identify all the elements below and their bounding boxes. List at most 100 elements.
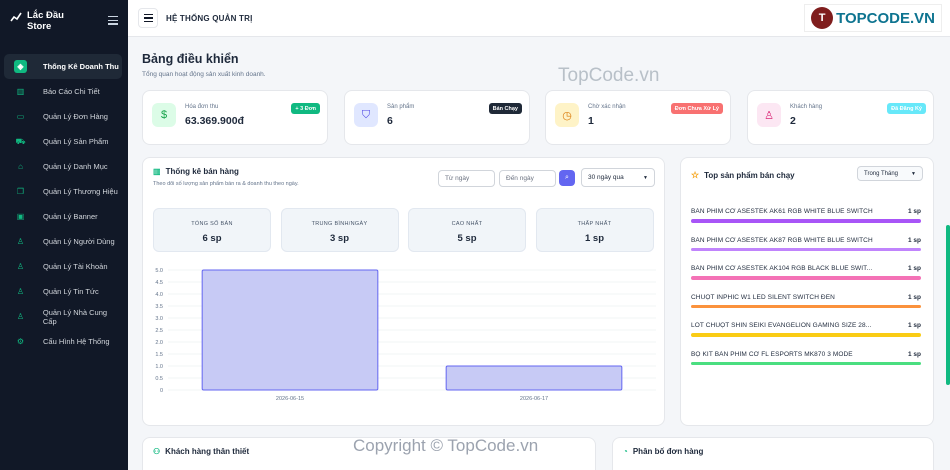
- page-title: Bảng điều khiển: [142, 52, 239, 66]
- list-item[interactable]: LÓT CHUỘT SHIN SEIKI EVANGELION GAMING S…: [691, 322, 921, 350]
- search-icon: ⌕: [565, 174, 569, 181]
- summary-box: TỔNG SỐ BÁN 6 sp: [153, 208, 271, 252]
- period-select[interactable]: Trong Tháng ▼: [857, 166, 923, 181]
- sidebar-item[interactable]: ♙ Quản Lý Người Dùng: [4, 229, 122, 254]
- chevron-down-icon: ▼: [643, 174, 648, 181]
- progress-bar: [691, 247, 921, 251]
- chart-bar[interactable]: [201, 269, 379, 391]
- y-tick-label: 4.5: [155, 280, 163, 286]
- page-subtitle: Tổng quan hoạt động sản xuất kinh doanh.: [142, 71, 266, 78]
- sidebar-item-label: Quản Lý Thương Hiệu: [43, 187, 118, 196]
- bar-chart-icon: ▥: [153, 167, 161, 176]
- y-tick-label: 3.5: [155, 304, 163, 310]
- product-name: BÀN PHÍM CƠ ASESTEK AK104 RGB BLACK BLUE…: [691, 265, 873, 272]
- sidebar-item-label: Quản Lý Nhà Cung Cấp: [42, 307, 108, 326]
- sidebar-item[interactable]: ▭ Quản Lý Đơn Hàng: [4, 104, 122, 129]
- topcode-logo-text: TOPCODE.VN: [836, 9, 935, 27]
- status-badge: Đã Đăng Ký: [887, 103, 926, 114]
- to-date-input[interactable]: Đến ngày: [499, 170, 556, 187]
- from-date-input[interactable]: Từ ngày: [438, 170, 495, 187]
- card-icon: ▭: [16, 112, 25, 121]
- product-name: LÓT CHUỘT SHIN SEIKI EVANGELION GAMING S…: [691, 322, 872, 329]
- sales-bar-chart: 0 0.5 1.0 1.5 2.0 2.5 3.0 3.5 4.0 4.5 5.0 2026-06-1…: [155, 268, 656, 402]
- y-tick-label: 0.5: [155, 376, 163, 382]
- header-title: HỆ THỐNG QUẢN TRỊ: [166, 13, 253, 23]
- user-icon: ♙: [16, 237, 25, 246]
- scrollbar[interactable]: [946, 225, 950, 385]
- sidebar-item[interactable]: ❐ Quản Lý Thương Hiệu: [4, 179, 122, 204]
- list-item[interactable]: BỘ KIT BÀN PHÍM CƠ FL ESPORTS MK870 3 MO…: [691, 351, 921, 379]
- chart-bar[interactable]: [445, 365, 623, 391]
- sales-panel: ▥ Thống kê bán hàng Theo dõi số lượng sả…: [142, 157, 665, 426]
- image-icon: ▣: [16, 212, 25, 221]
- user-icon: ♙: [16, 262, 25, 271]
- sidebar-item[interactable]: ♙ Quản Lý Tài Khoản: [4, 254, 122, 279]
- sidebar-item[interactable]: ▥ Báo Cáo Chi Tiết: [4, 79, 122, 104]
- stat-card: ◷ Chờ xác nhận 1 Đơn Chưa Xử Lý: [545, 90, 731, 145]
- sidebar-item[interactable]: ♙ Quản Lý Nhà Cung Cấp: [4, 304, 122, 329]
- product-name: BỘ KIT BÀN PHÍM CƠ FL ESPORTS MK870 3 MO…: [691, 350, 853, 358]
- y-tick-label: 4.0: [155, 292, 163, 298]
- list-item[interactable]: BÀN PHÍM CƠ ASESTEK AK104 RGB BLACK BLUE…: [691, 265, 921, 293]
- search-button[interactable]: ⌕: [559, 170, 575, 186]
- stat-value: 63.369.900đ: [185, 115, 244, 127]
- product-qty: 1 sp: [907, 236, 921, 244]
- main-content: Bảng điều khiển Tổng quan hoạt động sản …: [128, 37, 950, 470]
- list-item[interactable]: CHUỘT INPHIC W1 LED SILENT SWITCH ĐEN 1 s…: [691, 294, 921, 322]
- stat-label: Khách hàng: [790, 104, 823, 110]
- product-name: BÀN PHÍM CƠ ASESTEK AK87 RGB WHITE BLUE …: [691, 236, 873, 244]
- stat-label: Chờ xác nhận: [588, 104, 626, 110]
- gear-icon: ⚙: [16, 337, 25, 346]
- status-badge: Đơn Chưa Xử Lý: [670, 103, 723, 114]
- users-icon: ⚇: [153, 447, 161, 456]
- y-tick-label: 0: [160, 388, 163, 394]
- range-select[interactable]: 30 ngày qua ▼: [581, 168, 655, 187]
- brand: Lắc Đầu Store: [0, 0, 128, 44]
- user-plus-icon: ♙: [757, 103, 781, 127]
- sidebar-item-label: Quản Lý Tin Tức: [43, 287, 99, 296]
- order-distribution-title: ◔ Phân bố đơn hàng: [623, 447, 704, 456]
- list-item[interactable]: BÀN PHÍM CƠ ASESTEK AK87 RGB WHITE BLUE …: [691, 237, 921, 265]
- sidebar-item[interactable]: ⚙ Cấu Hình Hệ Thống: [4, 329, 122, 354]
- top-products-panel: ☆ Top sản phẩm bán chạy Trong Tháng ▼ BÀ…: [680, 157, 934, 426]
- summary-label: THẤP NHẤT: [577, 221, 612, 227]
- summary-label: TỔNG SỐ BÁN: [191, 221, 233, 227]
- sidebar-item[interactable]: ⌂ Quản Lý Danh Mục: [4, 154, 122, 179]
- stat-value: 1: [588, 115, 594, 127]
- sidebar-item-label: Thống Kê Doanh Thu: [43, 62, 119, 71]
- progress-bar: [691, 219, 921, 223]
- menu-toggle-button[interactable]: [138, 8, 158, 28]
- sidebar-item[interactable]: ♙ Quản Lý Tin Tức: [4, 279, 122, 304]
- brand-name: Lắc Đầu Store: [27, 10, 64, 32]
- sidebar-item-label: Báo Cáo Chi Tiết: [43, 87, 100, 96]
- sidebar-item[interactable]: ▣ Quản Lý Banner: [4, 204, 122, 229]
- sidebar-toggle-icon[interactable]: [108, 16, 118, 27]
- list-item[interactable]: BÀN PHÍM CƠ ASESTEK AK61 RGB WHITE BLUE …: [691, 208, 921, 236]
- user-icon: ♙: [16, 287, 25, 296]
- sidebar-item-label: Quản Lý Sản Phẩm: [43, 137, 109, 146]
- x-tick-label: 2026-06-15: [276, 396, 304, 402]
- sidebar-nav: ◈ Thống Kê Doanh Thu ▥ Báo Cáo Chi Tiết ▭ Quả…: [0, 54, 128, 354]
- chart-logo-icon: [10, 12, 22, 22]
- tag-icon: ⌂: [18, 162, 23, 171]
- stat-value: 2: [790, 115, 796, 127]
- product-name: CHUỘT INPHIC W1 LED SILENT SWITCH ĐEN: [691, 293, 835, 301]
- status-badge: + 3 Đơn: [291, 103, 320, 114]
- progress-bar: [691, 276, 921, 280]
- sidebar-item-label: Quản Lý Tài Khoản: [43, 262, 108, 271]
- cube-icon: ◈: [14, 60, 27, 73]
- summary-box: TRUNG BÌNH/NGÀY 3 sp: [280, 208, 399, 252]
- stat-label: Sản phẩm: [387, 104, 415, 110]
- x-tick-label: 2026-06-17: [520, 396, 548, 402]
- product-qty: 1 sp: [907, 293, 921, 301]
- progress-bar: [691, 333, 921, 337]
- bag-icon: ⛉: [354, 103, 378, 127]
- y-tick-label: 3.0: [155, 316, 163, 322]
- topcode-logo: T TOPCODE.VN: [804, 4, 942, 32]
- stat-card: ⛉ Sản phẩm 6 Bán Chạy: [344, 90, 530, 145]
- sidebar-item-label: Quản Lý Danh Mục: [43, 162, 108, 171]
- sidebar-item[interactable]: ◈ Thống Kê Doanh Thu: [4, 54, 122, 79]
- sidebar-item-label: Quản Lý Đơn Hàng: [43, 112, 108, 121]
- pie-chart-icon: ◔: [623, 447, 628, 456]
- sidebar-item[interactable]: ⛟ Quản Lý Sản Phẩm: [4, 129, 122, 154]
